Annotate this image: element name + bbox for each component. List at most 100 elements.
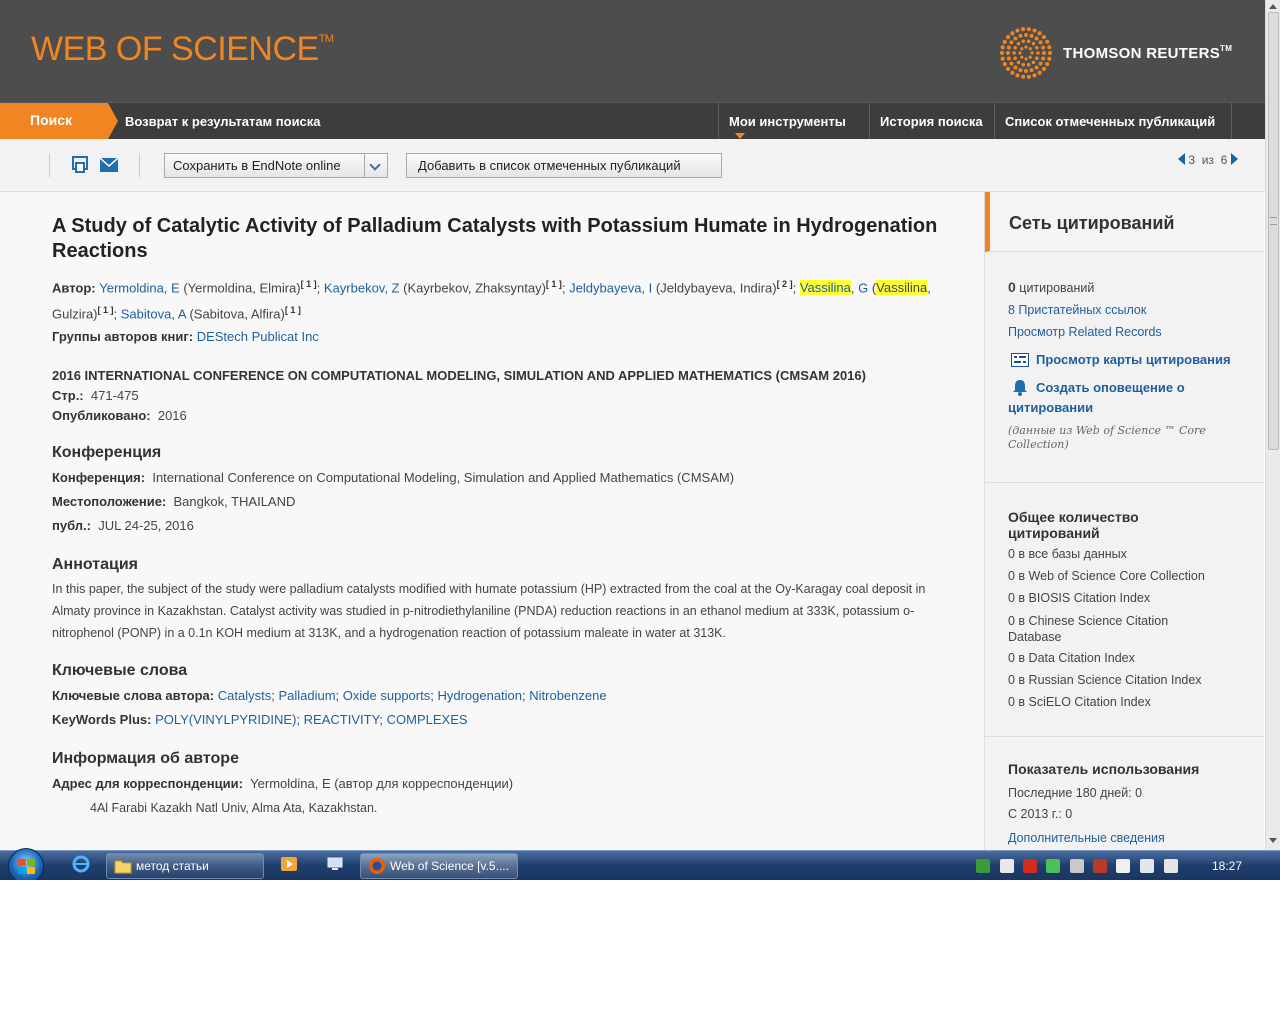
record-toolbar: Сохранить в EndNote online Добавить в сп… bbox=[0, 139, 1265, 192]
logo-dot bbox=[1047, 45, 1052, 50]
network-computer-icon[interactable] bbox=[326, 855, 344, 873]
email-icon[interactable] bbox=[100, 158, 118, 172]
media-player-icon[interactable] bbox=[280, 855, 298, 873]
keyword-link[interactable]: POLY(VINYLPYRIDINE) bbox=[155, 712, 296, 727]
bell-icon bbox=[1013, 380, 1027, 396]
taskbar-firefox-window[interactable]: Web of Science [v.5.... bbox=[360, 853, 518, 879]
grip-icon bbox=[1270, 217, 1277, 225]
storage-icon[interactable] bbox=[1000, 859, 1014, 873]
vertical-scrollbar[interactable] bbox=[1265, 0, 1280, 850]
create-alert-row[interactable]: Создать оповещение о цитировании bbox=[1008, 378, 1248, 418]
logo-dot bbox=[1036, 51, 1040, 55]
book-group-link[interactable]: DEStech Publicat Inc bbox=[197, 329, 319, 344]
affiliation-ref[interactable]: [ 1 ] bbox=[285, 305, 301, 315]
update-icon[interactable] bbox=[1046, 859, 1060, 873]
acrobat-icon[interactable] bbox=[1023, 859, 1037, 873]
start-button[interactable] bbox=[8, 848, 44, 884]
author-link[interactable]: Sabitova, A bbox=[121, 307, 186, 322]
antivirus-icon[interactable] bbox=[1093, 859, 1107, 873]
logo-dot bbox=[1000, 50, 1005, 56]
affiliation-ref[interactable]: [ 1 ] bbox=[301, 279, 317, 289]
logo-dot bbox=[1030, 51, 1034, 55]
scroll-up-arrow-icon[interactable] bbox=[1269, 4, 1277, 9]
my-tools-menu[interactable]: Мои инструменты bbox=[718, 103, 869, 139]
author-link[interactable]: Yermoldina, E bbox=[99, 280, 179, 295]
create-alert-link[interactable]: Создать оповещение о цитировании bbox=[1008, 378, 1248, 418]
keyword-link[interactable]: Nitrobenzene bbox=[529, 688, 606, 703]
keyword-link[interactable]: COMPLEXES bbox=[387, 712, 468, 727]
divider bbox=[985, 736, 1264, 737]
site-header: WEB OF SCIENCETM THOMSON REUTERSTM bbox=[0, 0, 1265, 102]
scrollbar-thumb[interactable] bbox=[1268, 12, 1279, 450]
logo-dot bbox=[1006, 51, 1010, 55]
correspondence-line: Адрес для корреспонденции: Yermoldina, E… bbox=[52, 772, 952, 796]
back-to-results-link[interactable]: Возврат к результатам поиска bbox=[125, 114, 321, 129]
next-record-icon[interactable] bbox=[1230, 153, 1238, 165]
citation-map-link[interactable]: Просмотр карты цитирования bbox=[1036, 352, 1231, 367]
add-to-marked-list-button[interactable]: Добавить в список отмеченных публикаций bbox=[406, 153, 722, 178]
keyword-link[interactable]: Oxide supports bbox=[343, 688, 430, 703]
volume-icon[interactable] bbox=[1164, 859, 1178, 873]
keyword-link[interactable]: REACTIVITY bbox=[304, 712, 380, 727]
logo-dot bbox=[1000, 56, 1005, 61]
location-value: Bangkok, THAILAND bbox=[173, 493, 296, 509]
logo-dot bbox=[1015, 73, 1020, 78]
logo-dot bbox=[1006, 56, 1011, 61]
author-full-name: (Yermoldina, Elmira) bbox=[179, 280, 301, 296]
affiliation-ref[interactable]: [ 1 ] bbox=[546, 279, 562, 289]
keyword-link[interactable]: Palladium bbox=[278, 688, 335, 703]
logo-dot bbox=[1016, 41, 1021, 46]
logo-dot bbox=[1028, 47, 1032, 51]
logo-dot bbox=[1024, 69, 1028, 73]
save-to-endnote-button[interactable]: Сохранить в EndNote online bbox=[164, 153, 388, 178]
address-text: 4Al Farabi Kazakh Natl Univ, Alma Ata, K… bbox=[90, 800, 378, 815]
author-link[interactable]: Kayrbekov, Z bbox=[324, 280, 400, 295]
logo-dot bbox=[1038, 61, 1043, 66]
related-records-link[interactable]: Просмотр Related Records bbox=[1008, 325, 1162, 339]
chevron-down-icon[interactable] bbox=[364, 154, 387, 177]
author-link[interactable]: Jeldybayeva, I bbox=[569, 280, 652, 295]
internet-explorer-icon[interactable] bbox=[72, 855, 90, 873]
cited-references-link[interactable]: 8 Пристатейных ссылок bbox=[1008, 303, 1146, 317]
divider bbox=[985, 482, 1264, 483]
more-info-link[interactable]: Дополнительные сведения bbox=[1008, 831, 1165, 845]
action-center-flag-icon[interactable] bbox=[1116, 859, 1130, 873]
author-full-name: (Kayrbekov, Zhaksyntay) bbox=[399, 280, 546, 296]
logo-dot bbox=[1035, 45, 1039, 50]
logo-dot bbox=[1020, 55, 1024, 59]
citations-label: цитирований bbox=[1019, 281, 1095, 295]
keywords-plus-label: KeyWords Plus: bbox=[52, 711, 152, 727]
network-monitor-icon[interactable] bbox=[1140, 859, 1154, 873]
published-label: Опубликовано: bbox=[52, 407, 151, 423]
firefox-icon bbox=[369, 858, 385, 874]
browser-screen: WEB OF SCIENCETM THOMSON REUTERSTM Поиск… bbox=[0, 0, 1280, 1024]
network-status-icon[interactable] bbox=[976, 859, 990, 873]
marked-list-link[interactable]: Список отмеченных публикаций bbox=[994, 103, 1232, 139]
clock[interactable]: 18:27 bbox=[1212, 859, 1242, 873]
affiliation-ref[interactable]: [ 2 ] bbox=[777, 279, 793, 289]
logo-dot bbox=[1047, 56, 1052, 61]
citation-map-row[interactable]: Просмотр карты цитирования bbox=[1008, 352, 1231, 367]
logo-dot bbox=[1034, 65, 1039, 70]
previous-record-icon[interactable] bbox=[1178, 153, 1185, 165]
logo-dot bbox=[1037, 70, 1042, 75]
taskbar-folder-label: метод статьи bbox=[136, 859, 209, 873]
logo-dot bbox=[1034, 36, 1039, 41]
scroll-down-arrow-icon[interactable] bbox=[1269, 838, 1277, 843]
author-link[interactable]: Vassilina, G bbox=[799, 280, 868, 296]
logo-dot bbox=[1028, 55, 1032, 59]
print-icon[interactable] bbox=[71, 156, 89, 174]
affiliation-ref[interactable]: [ 1 ] bbox=[98, 305, 114, 315]
logo-dot bbox=[1024, 45, 1028, 49]
logo-dot bbox=[1031, 41, 1036, 46]
search-history-link[interactable]: История поиска bbox=[869, 103, 994, 139]
usage-since-2013: С 2013 г.: 0 bbox=[1008, 807, 1073, 821]
logo-dot bbox=[1005, 66, 1011, 72]
record-panel: A Study of Catalytic Activity of Palladi… bbox=[0, 192, 984, 850]
settings-gear-icon[interactable] bbox=[1070, 859, 1084, 873]
keyword-link[interactable]: Catalysts bbox=[218, 688, 271, 703]
keyword-link[interactable]: Hydrogenation bbox=[437, 688, 522, 703]
web-of-science-logo[interactable]: WEB OF SCIENCETM bbox=[31, 30, 334, 69]
taskbar-folder-window[interactable]: метод статьи bbox=[106, 853, 264, 879]
nav-search-tab[interactable]: Поиск bbox=[0, 103, 118, 139]
